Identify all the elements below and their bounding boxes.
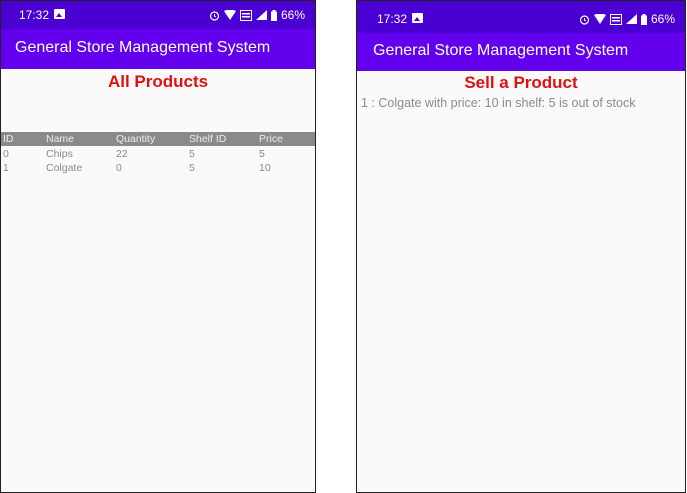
header-price: Price xyxy=(259,133,283,145)
wifi-icon xyxy=(223,10,236,20)
image-notification-icon xyxy=(54,9,65,19)
volte-icon xyxy=(609,13,622,25)
cell-shelf-id: 5 xyxy=(189,162,195,174)
volte-icon xyxy=(239,9,252,21)
battery-percent: 66% xyxy=(280,8,305,22)
header-id: ID xyxy=(3,133,14,145)
cell-price: 5 xyxy=(259,148,265,160)
all-products-screen: 17:32 66% General Store Management Syste… xyxy=(0,0,316,493)
cell-price: 10 xyxy=(259,162,271,174)
status-bar: 17:32 66% xyxy=(1,1,315,29)
sell-product-screen: 17:32 66% General Store Management Syste… xyxy=(356,0,686,493)
battery-icon xyxy=(640,13,647,25)
alarm-icon xyxy=(209,10,220,21)
status-time: 17:32 xyxy=(19,8,50,22)
page-heading: All Products xyxy=(107,72,209,91)
header-shelf-id: Shelf ID xyxy=(189,133,227,145)
products-table-header: ID Name Quantity Shelf ID Price xyxy=(1,132,315,146)
cell-name: Chips xyxy=(46,148,73,160)
app-bar: General Store Management System xyxy=(1,29,315,69)
battery-icon xyxy=(270,9,277,21)
app-title: General Store Management System xyxy=(15,39,271,56)
status-bar: 17:32 66% xyxy=(357,1,685,33)
cell-id: 1 xyxy=(3,162,9,174)
cell-name: Colgate xyxy=(46,162,83,174)
alarm-icon xyxy=(579,14,590,25)
table-row[interactable]: 0 Chips 22 5 5 xyxy=(1,147,315,160)
app-bar: General Store Management System xyxy=(357,33,685,71)
page-heading: Sell a Product xyxy=(464,73,578,92)
table-row[interactable]: 1 Colgate 0 5 10 xyxy=(1,161,315,174)
status-time: 17:32 xyxy=(377,12,408,26)
cell-quantity: 22 xyxy=(116,148,128,160)
status-icons: 66% xyxy=(579,12,675,26)
header-quantity: Quantity xyxy=(116,133,156,145)
app-title: General Store Management System xyxy=(373,42,629,59)
wifi-icon xyxy=(593,14,606,24)
cell-shelf-id: 5 xyxy=(189,148,195,160)
image-notification-icon xyxy=(412,13,423,23)
battery-percent: 66% xyxy=(650,12,675,26)
signal-icon xyxy=(625,14,637,24)
signal-icon xyxy=(255,10,267,20)
status-icons: 66% xyxy=(209,8,305,22)
cell-quantity: 0 xyxy=(116,162,122,174)
cell-id: 0 xyxy=(3,148,9,160)
header-name: Name xyxy=(46,133,75,145)
sell-result-message[interactable]: 1 : Colgate with price: 10 in shelf: 5 i… xyxy=(361,96,635,110)
